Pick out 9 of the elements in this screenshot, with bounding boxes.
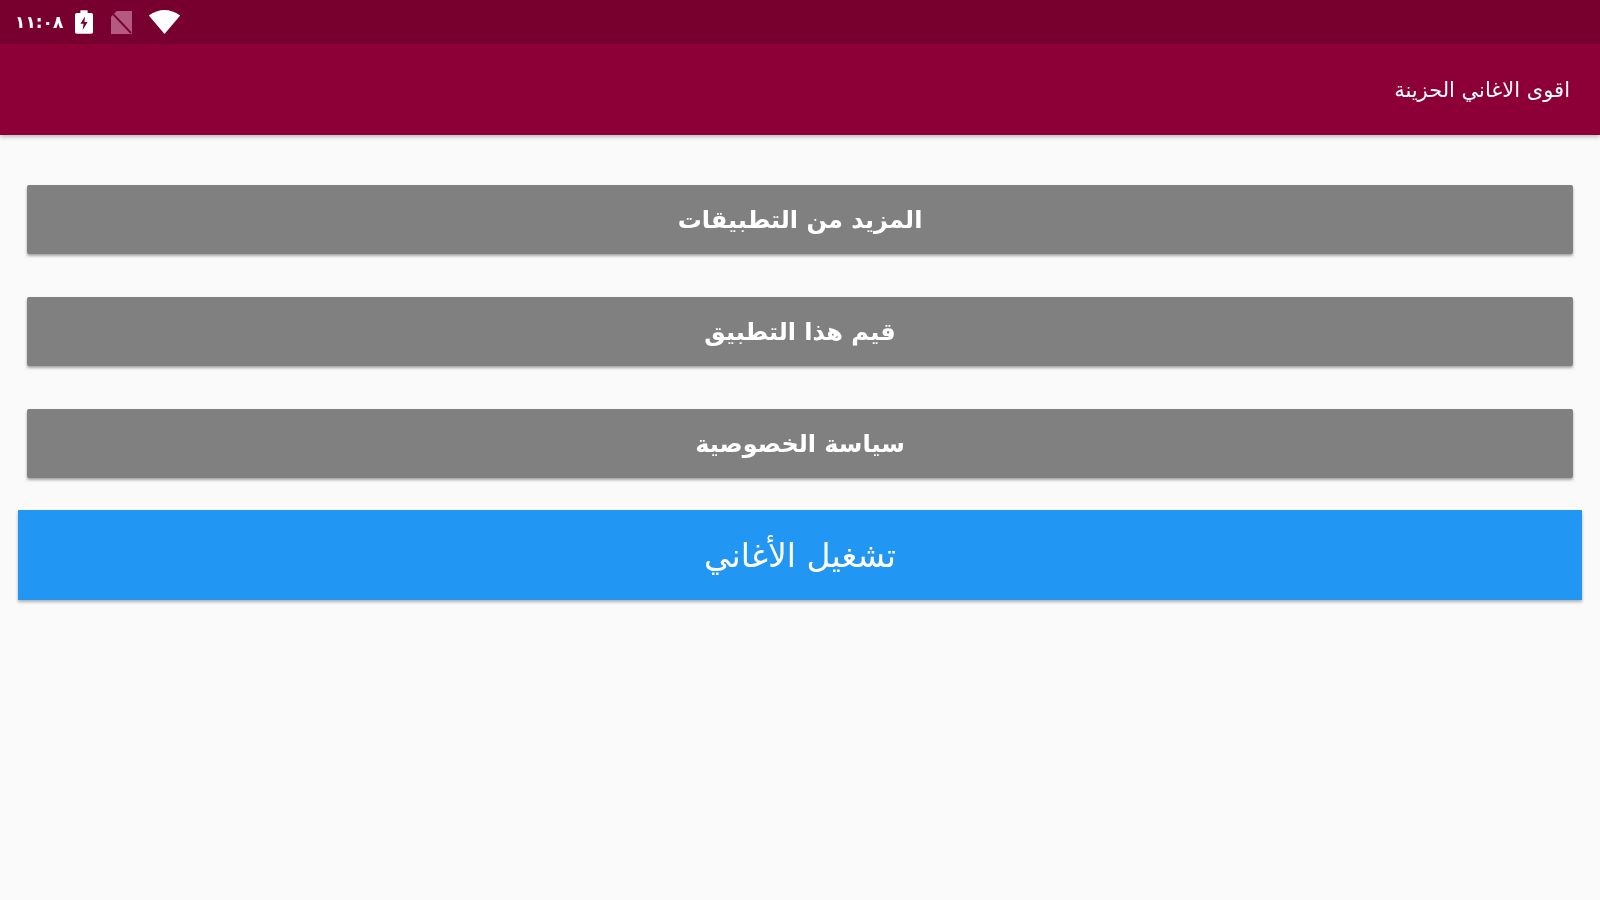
no-sim-icon bbox=[111, 10, 133, 34]
menu-button[interactable]: سياسة الخصوصية bbox=[27, 409, 1573, 478]
app-title: اقوى الاغاني الحزينة bbox=[1394, 77, 1570, 102]
menu-button[interactable]: قيم هذا التطبيق bbox=[27, 297, 1573, 366]
play-songs-button[interactable]: تشغيل الأغاني bbox=[18, 510, 1582, 600]
clock-time: ١١:٠٨ bbox=[15, 12, 64, 32]
menu-button[interactable]: المزيد من التطبيقات bbox=[27, 185, 1573, 254]
wifi-icon bbox=[148, 10, 182, 34]
battery-charging-icon bbox=[75, 10, 94, 34]
